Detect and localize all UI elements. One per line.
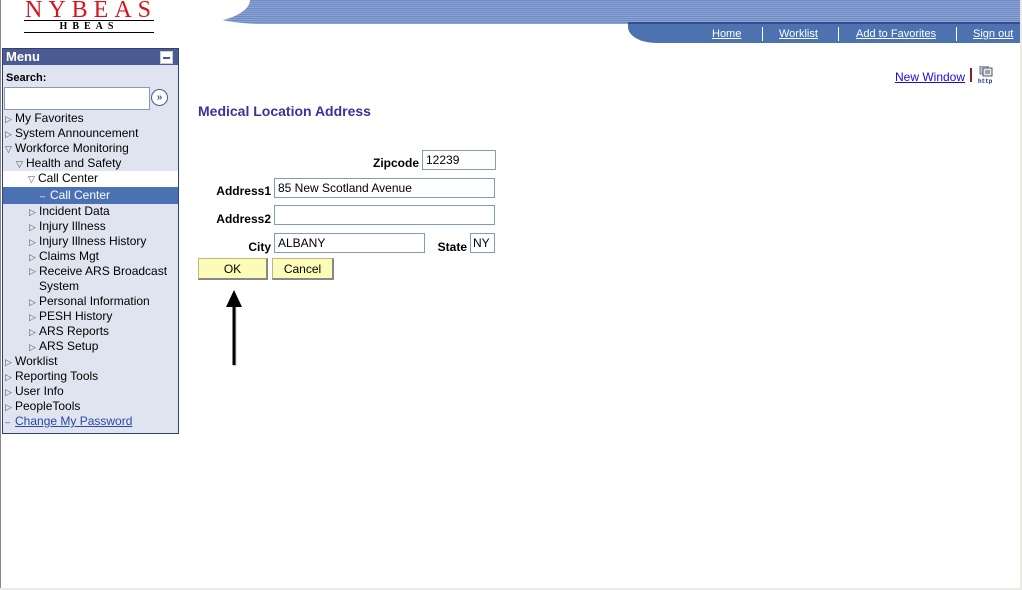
- expand-arrow-icon: ▷: [29, 342, 36, 352]
- expand-arrow-icon: ▷: [29, 312, 36, 322]
- menu-collapse-icon[interactable]: [160, 51, 173, 64]
- expand-arrow-icon: ▷: [5, 357, 12, 367]
- state-field[interactable]: [470, 233, 495, 253]
- menu-item-label: Incident Data: [39, 204, 110, 218]
- menu-tree: ▷ My Favorites ▷ System Announcement ▽ Work…: [3, 111, 178, 429]
- window-left-border: [0, 0, 1, 590]
- menu-item-incident-data[interactable]: ▷ Incident Data: [3, 204, 178, 219]
- menu-item-label: PESH History: [39, 309, 113, 323]
- menu-item-label: PeopleTools: [15, 399, 81, 413]
- menu-item-user-info[interactable]: ▷ User Info: [3, 384, 178, 399]
- collapse-arrow-icon: ▽: [5, 144, 12, 154]
- address1-label: Address1: [216, 184, 271, 198]
- change-password-link[interactable]: Change My Password: [15, 414, 132, 428]
- menu-item-label: Workforce Monitoring: [15, 141, 129, 155]
- search-go-icon[interactable]: »: [151, 89, 168, 106]
- menu-item-reporting-tools[interactable]: ▷ Reporting Tools: [3, 369, 178, 384]
- expand-arrow-icon: ▷: [5, 129, 12, 139]
- menu-item-label: My Favorites: [15, 111, 84, 125]
- expand-arrow-icon: ▷: [29, 237, 36, 247]
- logo-title: NYBEAS: [25, 0, 158, 23]
- expand-arrow-icon: ▷: [29, 266, 36, 276]
- nav-add-favorites-link[interactable]: Add to Favorites: [856, 28, 936, 40]
- svg-text:http: http: [978, 78, 993, 84]
- collapse-arrow-icon: ▽: [16, 159, 23, 169]
- menu-header: Menu: [3, 49, 178, 65]
- expand-arrow-icon: ▷: [29, 252, 36, 262]
- expand-arrow-icon: ▷: [29, 222, 36, 232]
- nav-worklist-link[interactable]: Worklist: [779, 28, 818, 40]
- menu-item-change-password: – Change My Password: [3, 414, 178, 429]
- header-banner: [190, 0, 1020, 24]
- menu-item-receive-ars-broadcast[interactable]: ▷ Receive ARS Broadcast System: [3, 264, 178, 294]
- menu-item-call-center-folder[interactable]: ▽ Call Center: [3, 171, 178, 187]
- menu-item-label: Injury Illness: [39, 219, 106, 233]
- expand-arrow-icon: ▷: [29, 207, 36, 217]
- nav-separator: [956, 27, 957, 41]
- menu-item-label: Claims Mgt: [39, 249, 100, 263]
- top-nav-bar: Home Worklist Add to Favorites Sign out: [628, 22, 1020, 43]
- address2-label: Address2: [216, 212, 271, 226]
- menu-item-system-announcement[interactable]: ▷ System Announcement: [3, 126, 178, 141]
- menu-item-health-and-safety[interactable]: ▽ Health and Safety: [3, 156, 178, 171]
- expand-arrow-icon: ▷: [5, 114, 12, 124]
- zipcode-field[interactable]: [422, 150, 496, 170]
- expand-arrow-icon: ▷: [5, 387, 12, 397]
- menu-item-my-favorites[interactable]: ▷ My Favorites: [3, 111, 178, 126]
- annotation-arrow-icon: [226, 290, 242, 366]
- menu-item-label: Worklist: [15, 354, 58, 368]
- zipcode-label: Zipcode: [372, 156, 419, 170]
- toolbar-separator: [970, 68, 972, 82]
- menu-item-label: Personal Information: [39, 294, 150, 308]
- menu-item-injury-illness[interactable]: ▷ Injury Illness: [3, 219, 178, 234]
- menu-item-label: Health and Safety: [26, 156, 122, 170]
- page-title: Medical Location Address: [198, 103, 371, 119]
- menu-item-label: Reporting Tools: [15, 369, 99, 383]
- cancel-button[interactable]: Cancel: [272, 258, 334, 280]
- ok-button[interactable]: OK: [198, 258, 268, 280]
- menu-item-claims-mgt[interactable]: ▷ Claims Mgt: [3, 249, 178, 264]
- menu-item-pesh-history[interactable]: ▷ PESH History: [3, 309, 178, 324]
- menu-item-label: System Announcement: [15, 126, 139, 140]
- expand-arrow-icon: ▷: [29, 297, 36, 307]
- nav-separator: [762, 27, 763, 41]
- nav-separator: [838, 27, 839, 41]
- menu-item-label: Call Center: [38, 171, 99, 185]
- menu-item-label: ARS Reports: [39, 324, 110, 338]
- menu-search-input[interactable]: [4, 87, 150, 110]
- search-label: Search:: [6, 72, 47, 84]
- menu-item-label: User Info: [15, 384, 64, 398]
- menu-item-peopletools[interactable]: ▷ PeopleTools: [3, 399, 178, 414]
- menu-item-workforce-monitoring[interactable]: ▽ Workforce Monitoring: [3, 141, 178, 156]
- new-window-link[interactable]: New Window: [895, 70, 965, 84]
- city-field[interactable]: [274, 233, 425, 253]
- menu-title: Menu: [6, 49, 40, 64]
- menu-item-injury-illness-history[interactable]: ▷ Injury Illness History: [3, 234, 178, 249]
- menu-item-personal-information[interactable]: ▷ Personal Information: [3, 294, 178, 309]
- address2-field[interactable]: [274, 205, 495, 225]
- leaf-dash-icon: –: [40, 191, 46, 201]
- menu-item-ars-reports[interactable]: ▷ ARS Reports: [3, 324, 178, 339]
- menu-item-worklist[interactable]: ▷ Worklist: [3, 354, 178, 369]
- collapse-arrow-icon: ▽: [28, 174, 35, 184]
- expand-arrow-icon: ▷: [5, 402, 12, 412]
- menu-item-label: ARS Setup: [39, 339, 99, 353]
- menu-item-label: Call Center: [50, 188, 111, 202]
- menu-item-label: Receive ARS Broadcast System: [39, 264, 168, 293]
- menu-item-call-center-selected[interactable]: – Call Center: [3, 187, 178, 204]
- leaf-dash-icon: –: [5, 417, 11, 427]
- nybeas-logo: NYBEAS HBEAS: [24, 0, 154, 33]
- city-label: City: [248, 240, 271, 254]
- nav-sign-out-link[interactable]: Sign out: [973, 28, 1013, 40]
- menu-item-label: Injury Illness History: [39, 234, 147, 248]
- navigation-menu: Menu Search: » ▷ My Favorites ▷ System Ann…: [2, 48, 179, 434]
- logo-rule-bottom: [24, 32, 154, 33]
- expand-arrow-icon: ▷: [29, 327, 36, 337]
- nav-home-link[interactable]: Home: [712, 28, 741, 40]
- menu-item-ars-setup[interactable]: ▷ ARS Setup: [3, 339, 178, 354]
- http-link-icon[interactable]: http: [977, 65, 995, 85]
- expand-arrow-icon: ▷: [5, 372, 12, 382]
- address1-field[interactable]: [274, 178, 495, 198]
- state-label: State: [437, 240, 467, 254]
